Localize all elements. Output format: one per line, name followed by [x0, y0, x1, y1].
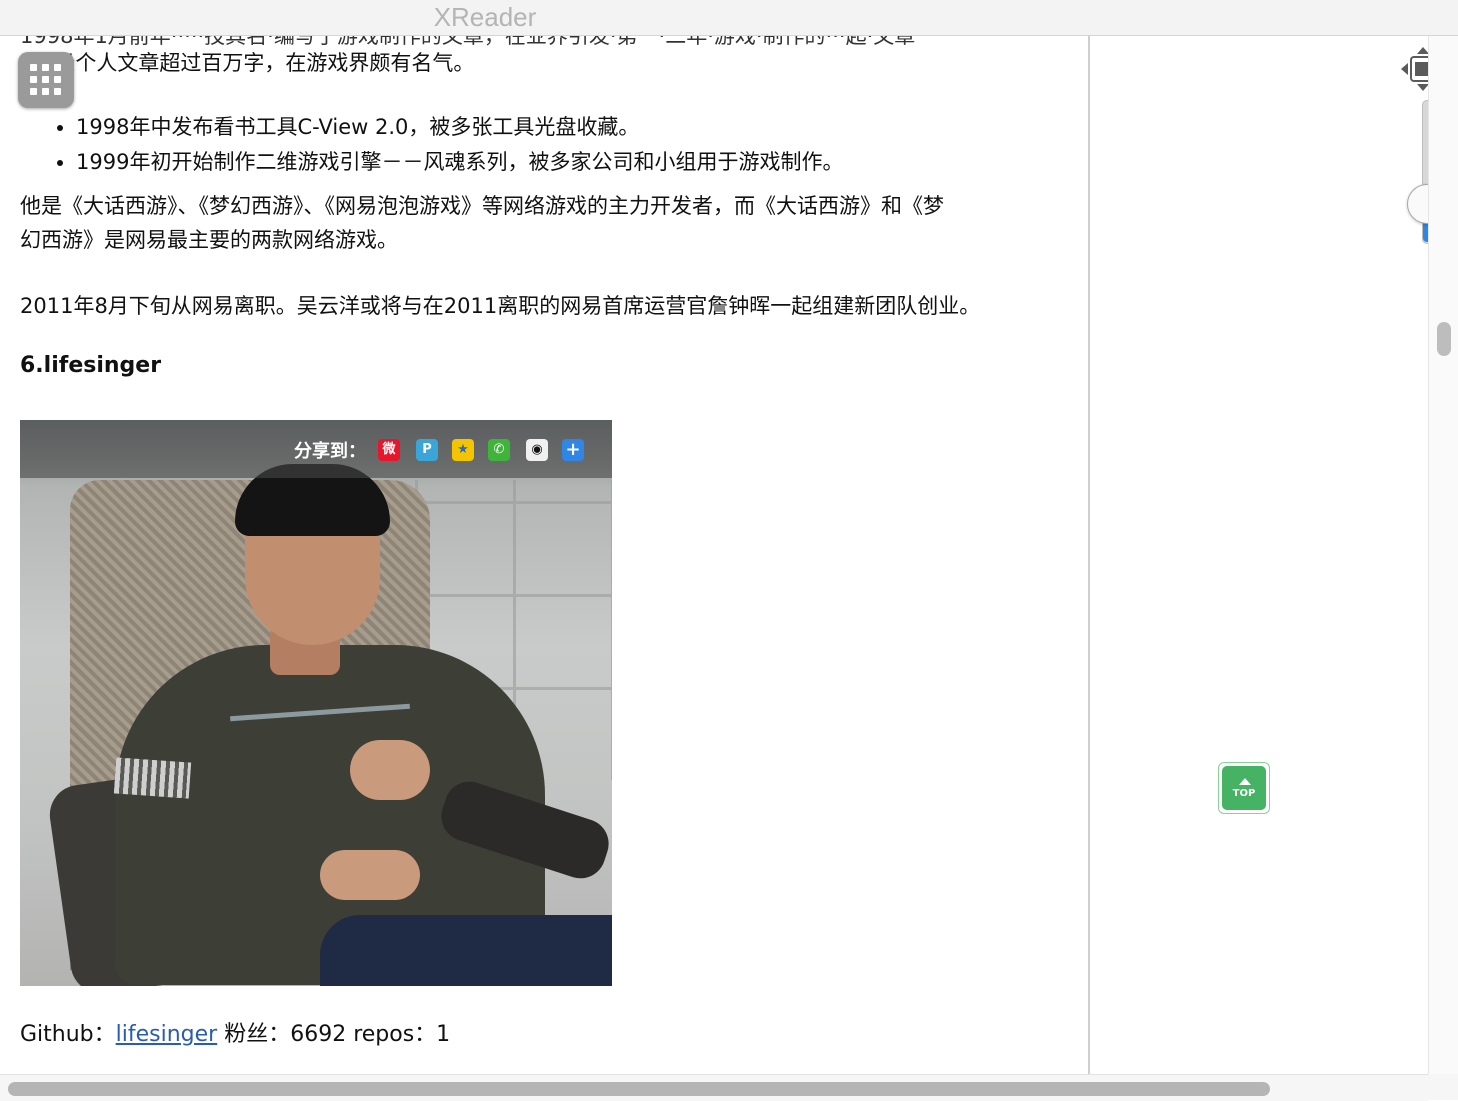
section-heading: 6.lifesinger	[20, 353, 162, 378]
grid-icon-dot	[30, 76, 37, 83]
grid-menu-button[interactable]	[18, 52, 74, 108]
grid-icon-dot	[30, 88, 37, 95]
github-user-link[interactable]: lifesinger	[116, 1022, 218, 1047]
photo-jeans	[320, 915, 612, 986]
qq-icon[interactable]: ◉	[526, 439, 548, 461]
grid-icon-dot	[42, 88, 49, 95]
intro-tail-text: ··收录个人文章超过百万字，在游戏界颇有名气。	[20, 51, 475, 75]
window-title: XReader	[433, 2, 537, 32]
vertical-scrollbar[interactable]	[1428, 36, 1458, 1074]
reader-content: 1998年1月前年·····技其名·编写了游戏制作的文章，在业界引发·第一·二年…	[0, 36, 1088, 1074]
up-arrow-icon	[1239, 778, 1251, 785]
paragraph-line: 幻西游》是网易最主要的两款网络游戏。	[20, 228, 398, 252]
grid-icon-dot	[54, 76, 61, 83]
right-pane	[1090, 36, 1428, 1074]
scroll-corner	[1428, 1074, 1458, 1100]
github-stats: 粉丝：6692 repos：1	[217, 1022, 451, 1047]
more-share-icon[interactable]: +	[562, 439, 584, 461]
list-item: 1999年初开始制作二维游戏引擎－－风魂系列，被多家公司和小组用于游戏制作。	[76, 145, 843, 180]
github-info: Github：lifesinger 粉丝：6692 repos：1	[20, 1016, 450, 1048]
top-label: TOP	[1232, 788, 1256, 799]
grid-icon-dot	[54, 64, 61, 71]
title-bar: XReader	[0, 0, 1458, 36]
github-prefix: Github：	[20, 1022, 116, 1047]
photo-sleeve-pattern	[113, 757, 192, 799]
photo-hand	[320, 850, 420, 900]
grid-icon	[30, 64, 37, 71]
back-to-top-face: TOP	[1222, 766, 1266, 810]
paragraph-line: 他是《大话西游》、《梦幻西游》、《网易泡泡游戏》等网络游戏的主力开发者，而《大话…	[20, 194, 944, 218]
grid-icon-dot	[42, 76, 49, 83]
horizontal-scroll-thumb[interactable]	[8, 1082, 1270, 1096]
weibo-icon[interactable]: 微	[378, 439, 400, 461]
back-to-top-button[interactable]: TOP	[1218, 762, 1270, 814]
vertical-scroll-thumb[interactable]	[1437, 322, 1451, 356]
horizontal-scrollbar[interactable]	[0, 1074, 1428, 1101]
profile-photo: 分享到： 微 P ★ ✆ ◉ +	[20, 420, 612, 986]
grid-icon-dot	[54, 88, 61, 95]
share-bar: 分享到： 微 P ★ ✆ ◉ +	[20, 420, 612, 478]
bullet-list: 1998年中发布看书工具C-View 2.0，被多张工具光盘收藏。 1999年初…	[20, 110, 843, 180]
tencent-weibo-icon[interactable]: P	[416, 439, 438, 461]
paragraph: 2011年8月下旬从网易离职。吴云洋或将与在2011离职的网易首席运营官詹钟晖一…	[20, 294, 981, 318]
qzone-icon[interactable]: ★	[452, 439, 474, 461]
grid-icon-dot	[42, 64, 49, 71]
photo-hand	[350, 740, 430, 800]
wechat-icon[interactable]: ✆	[488, 439, 510, 461]
list-item: 1998年中发布看书工具C-View 2.0，被多张工具光盘收藏。	[76, 110, 843, 145]
share-label: 分享到：	[294, 441, 366, 462]
